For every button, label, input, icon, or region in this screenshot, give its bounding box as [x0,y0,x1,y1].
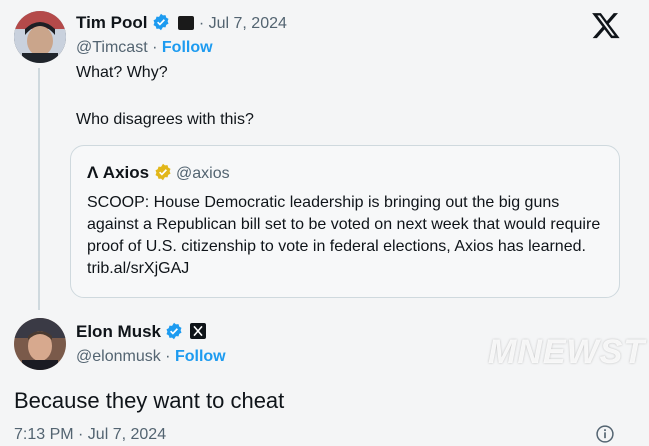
info-icon[interactable] [595,424,615,444]
thread-line [38,68,40,310]
watermark: MNEWST [488,333,646,371]
author-handle[interactable]: @Timcast [76,39,148,56]
quote-header: Λ Axios @axios [87,163,230,183]
quote-author-name: Axios [102,163,150,182]
affiliate-badge-icon [178,16,195,30]
follow-button[interactable]: Follow [162,39,213,56]
axios-logo-icon: Λ [87,163,99,182]
quote-text: SCOOP: House Democratic leadership is br… [87,194,601,277]
author-handle[interactable]: @elonmusk [76,348,161,365]
tweet2-text: Because they want to cheat [14,388,285,413]
tweet1-header: Tim Pool · Jul 7, 2024 [76,13,287,33]
x-logo-icon[interactable] [591,10,621,40]
avatar[interactable] [14,11,66,63]
tweet-timestamp[interactable]: 7:13 PM · Jul 7, 2024 [14,426,166,444]
avatar-image [14,11,66,63]
tweet-date[interactable]: · Jul 7, 2024 [199,15,287,32]
verified-blue-icon [166,322,182,340]
quoted-tweet-card[interactable]: Λ Axios @axios SCOOP: House Democratic l… [70,145,620,298]
tweet2-header: Elon Musk [76,322,206,342]
avatar[interactable] [14,318,66,370]
author-name[interactable]: Tim Pool [76,13,147,32]
tweet2-subheader: @elonmusk · Follow [76,348,226,366]
tweet1-subheader: @Timcast · Follow [76,39,213,57]
avatar-image [14,318,66,370]
verified-gold-icon [155,163,171,181]
tweet1-text-line2: Who disagrees with this? [76,111,254,128]
follow-button[interactable]: Follow [175,348,226,365]
x-affiliate-icon [189,323,206,339]
separator: · [165,348,171,365]
separator: · [152,39,158,56]
verified-blue-icon [153,13,169,31]
tweet1-text-line1: What? Why? [76,64,168,81]
author-name[interactable]: Elon Musk [76,322,161,341]
quote-author-handle: @axios [176,165,230,182]
